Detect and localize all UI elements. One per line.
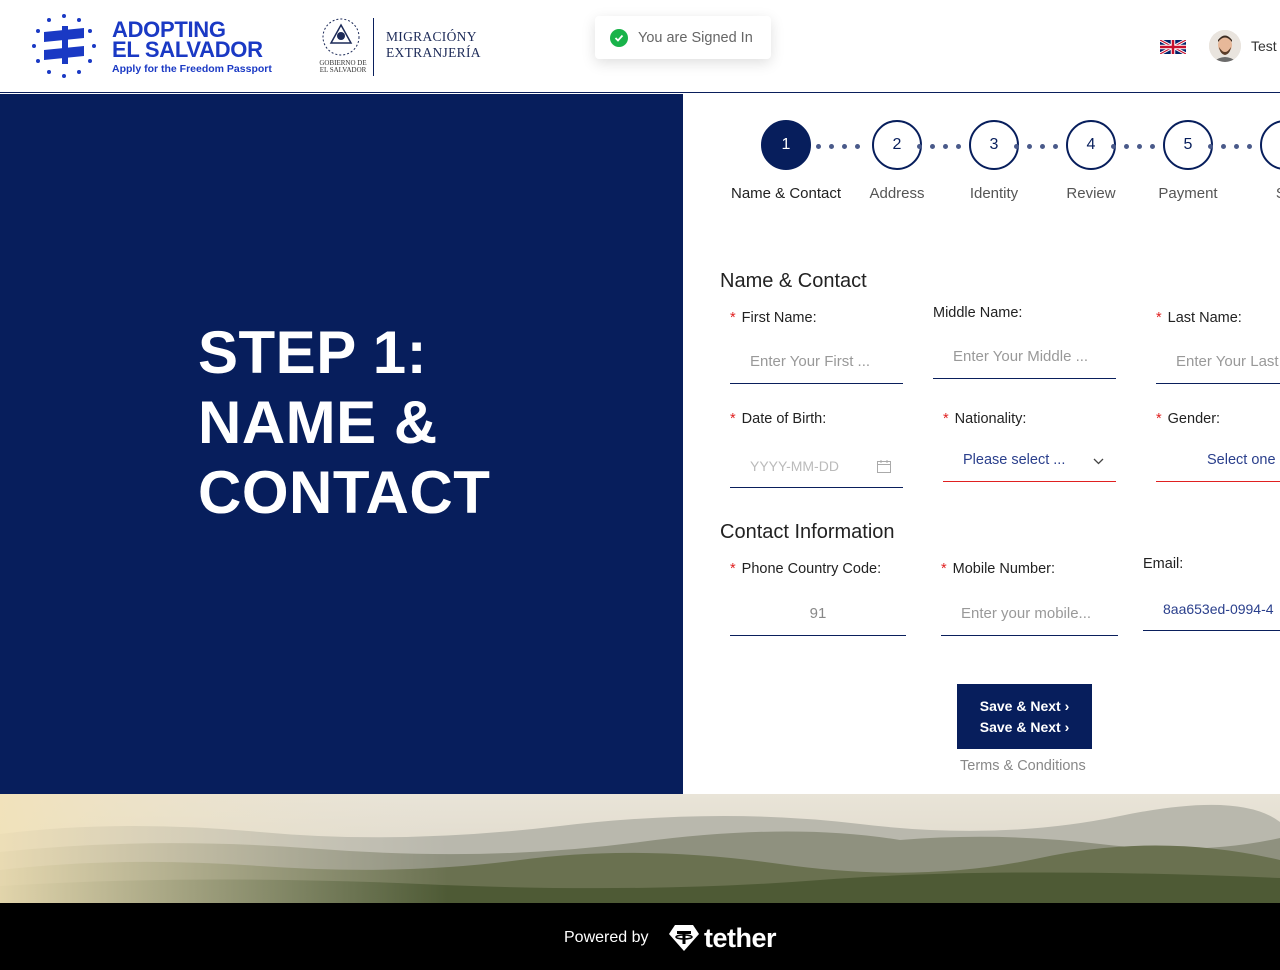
first-name-field: * First Name: Enter Your First ... [730, 310, 903, 385]
step-label: Payment [1158, 185, 1218, 202]
powered-by-label: Powered by [564, 929, 649, 946]
save-next-label: Save & Next › [979, 698, 1070, 714]
step-number: 1 [761, 120, 811, 170]
email-input[interactable]: 8aa653ed-0994-4 [1143, 587, 1280, 631]
brand-subtitle: Apply for the Freedom Passport [112, 63, 272, 75]
application-form-panel: 1 Name & Contact 2 Address 3 Identity 4 … [683, 94, 1280, 794]
save-next-label: Save & Next › [979, 719, 1070, 735]
dob-field: * Date of Birth: YYYY-MM-DD [730, 411, 903, 489]
first-name-label: * First Name: [730, 310, 817, 326]
terms-link[interactable]: Terms & Conditions [960, 758, 1086, 774]
last-name-field: * Last Name: Enter Your Last [1156, 310, 1280, 385]
first-name-input[interactable]: Enter Your First ... [730, 340, 903, 384]
step-heading: STEP 1: NAME & CONTACT [198, 319, 491, 526]
user-name[interactable]: Test [1251, 38, 1277, 54]
coat-of-arms-icon [322, 18, 360, 56]
brand-logo[interactable]: ADOPTING EL SALVADOR Apply for the Freed… [28, 10, 272, 82]
mobile-number-field: * Mobile Number: Enter your mobile... [941, 561, 1118, 637]
step-label: Su [1230, 185, 1280, 202]
el-salvador-flag-logo-icon [32, 14, 96, 78]
tether-icon [669, 925, 699, 951]
dob-label: * Date of Birth: [730, 411, 827, 427]
step-label: Name & Contact [731, 185, 842, 202]
middle-name-input[interactable]: Enter Your Middle ... [933, 335, 1116, 379]
last-name-label: * Last Name: [1156, 310, 1242, 326]
step-submit[interactable]: Su [1230, 120, 1280, 202]
uk-flag-icon[interactable] [1160, 40, 1186, 54]
step-name-contact[interactable]: 1 Name & Contact [731, 120, 841, 202]
step-number: 3 [969, 120, 1019, 170]
email-field: Email: 8aa653ed-0994-4 [1143, 556, 1280, 632]
divider [373, 18, 374, 76]
mobile-number-input[interactable]: Enter your mobile... [941, 592, 1118, 636]
nationality-field: * Nationality: Please select ... [943, 411, 1116, 489]
calendar-icon [877, 460, 891, 473]
step-number: 2 [872, 120, 922, 170]
step-identity[interactable]: 3 Identity [939, 120, 1049, 202]
step-number: 4 [1066, 120, 1116, 170]
gender-label: * Gender: [1156, 411, 1221, 427]
step-label: Identity [969, 185, 1019, 202]
email-label: Email: [1143, 556, 1184, 572]
phone-country-code-field: * Phone Country Code: 91 [730, 561, 906, 637]
phone-country-code-input[interactable]: 91 [730, 592, 906, 636]
government-logo: GOBIERNO DE EL SALVADOR MIGRACIÓNY EXTRA… [316, 14, 496, 80]
step-label: Review [1066, 185, 1116, 202]
user-avatar[interactable] [1209, 30, 1241, 62]
brand-title: ADOPTING EL SALVADOR [112, 17, 263, 62]
gender-select[interactable]: Select one [1156, 438, 1280, 482]
section-title-contact-info: Contact Information [720, 521, 895, 543]
step-address[interactable]: 2 Address [842, 120, 952, 202]
step-payment[interactable]: 5 Payment [1133, 120, 1243, 202]
last-name-input[interactable]: Enter Your Last [1156, 340, 1280, 384]
phone-country-code-label: * Phone Country Code: [730, 561, 882, 577]
dob-input[interactable]: YYYY-MM-DD [730, 444, 903, 488]
step-review[interactable]: 4 Review [1036, 120, 1146, 202]
landscape-banner-image [0, 794, 1280, 903]
chevron-down-icon [1093, 458, 1104, 465]
gov-seal-caption: GOBIERNO DE EL SALVADOR [319, 59, 367, 74]
tether-wordmark: tether [704, 922, 777, 953]
step-intro-panel: STEP 1: NAME & CONTACT [0, 94, 683, 794]
nationality-label: * Nationality: [943, 411, 1027, 427]
nationality-select[interactable]: Please select ... [943, 438, 1116, 482]
step-number [1260, 120, 1280, 170]
step-number: 5 [1163, 120, 1213, 170]
check-circle-icon [610, 28, 628, 47]
footer: Powered by tether [0, 903, 1280, 970]
gov-agency-name: MIGRACIÓNY EXTRANJERÍA [386, 29, 481, 60]
middle-name-label: Middle Name: [933, 305, 1023, 321]
step-label: Address [869, 185, 925, 202]
toast-message: You are Signed In [638, 29, 753, 46]
gender-field: * Gender: Select one [1156, 411, 1280, 489]
top-header: ADOPTING EL SALVADOR Apply for the Freed… [0, 0, 1280, 93]
section-title-name-contact: Name & Contact [720, 270, 867, 292]
mobile-number-label: * Mobile Number: [941, 561, 1056, 577]
progress-stepper: 1 Name & Contact 2 Address 3 Identity 4 … [683, 94, 1280, 214]
signed-in-toast: You are Signed In [595, 16, 771, 59]
save-next-button[interactable]: Save & Next › Save & Next › [957, 684, 1092, 749]
tether-logo[interactable]: tether [668, 922, 777, 953]
middle-name-field: Middle Name: Enter Your Middle ... [933, 305, 1116, 380]
